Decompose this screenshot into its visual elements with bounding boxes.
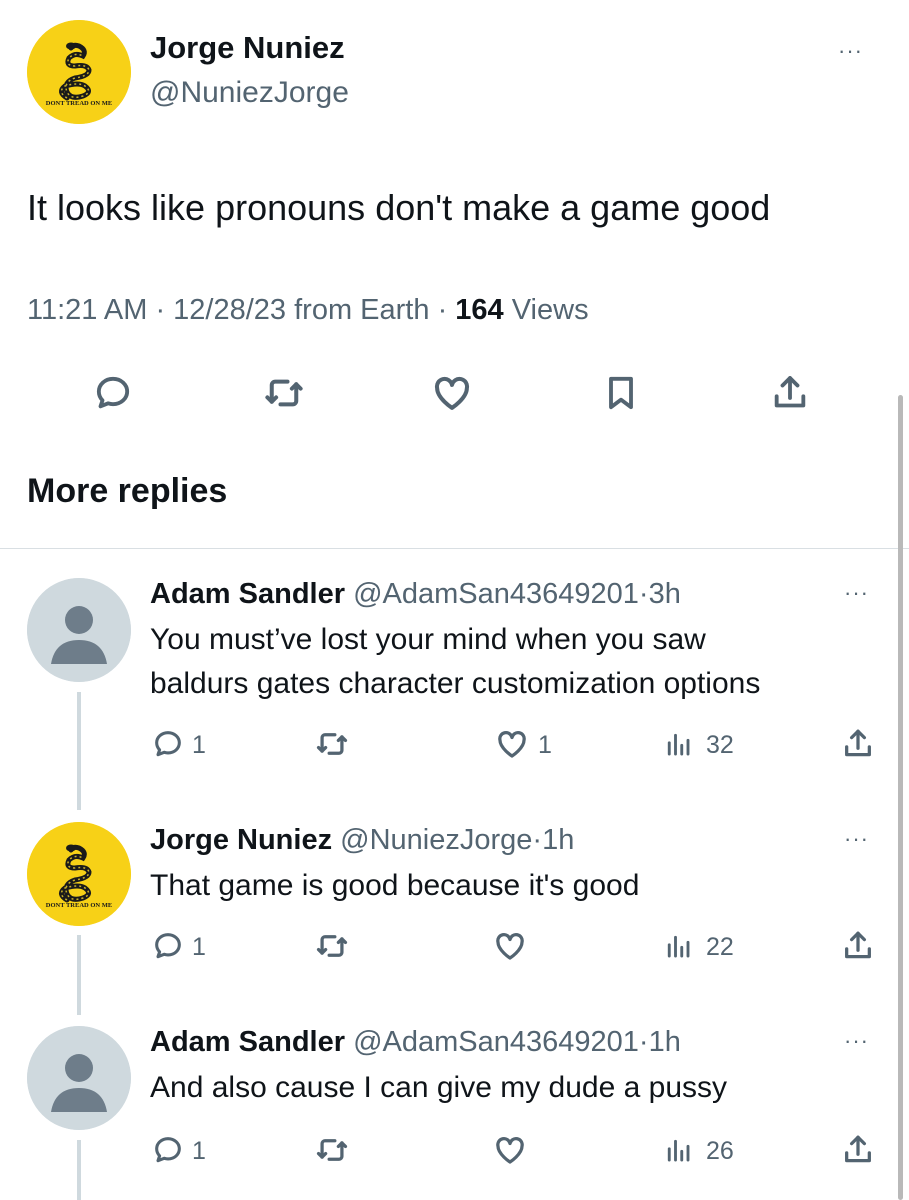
reply-count: 1	[192, 933, 206, 961]
tweet-meta: 11:21 AM · 12/28/23 from Earth · 164 Vie…	[27, 294, 589, 326]
reply-time[interactable]: 1h	[649, 1026, 681, 1058]
views-count: 22	[706, 933, 734, 961]
share-icon[interactable]	[764, 370, 816, 416]
reply-count: 1	[192, 731, 206, 759]
divider	[0, 548, 909, 549]
reply-avatar[interactable]: DONT TREAD ON ME	[27, 822, 131, 926]
separator: ·	[638, 578, 649, 610]
reply-icon[interactable]	[150, 926, 186, 966]
avatar-caption: DONT TREAD ON ME	[45, 902, 113, 909]
reply-text-line-2: baldurs gates character customization op…	[150, 667, 761, 700]
reply-text-line-1: That game is good because it's good	[150, 869, 640, 902]
share-icon[interactable]	[838, 926, 878, 966]
more-options-icon[interactable]: ···	[838, 38, 863, 64]
views-count: 164	[455, 294, 504, 326]
reply-header: Adam Sandler @AdamSan43649201·1h	[150, 1026, 681, 1059]
bookmark-icon[interactable]	[596, 370, 646, 416]
tweet-date[interactable]: 12/28/23 from Earth	[173, 294, 429, 326]
more-options-icon[interactable]: ···	[844, 580, 869, 606]
reply-author-handle[interactable]: @AdamSan43649201	[353, 1026, 639, 1058]
author-avatar[interactable]: DONT TREAD ON ME	[27, 20, 131, 124]
snake-flag-icon	[27, 822, 131, 926]
retweet-icon[interactable]	[312, 724, 352, 764]
reply-avatar[interactable]	[27, 1026, 131, 1130]
like-icon[interactable]	[490, 1130, 530, 1170]
thread-connector	[77, 1140, 81, 1200]
retweet-icon[interactable]	[256, 370, 312, 416]
reply-time[interactable]: 3h	[649, 578, 681, 610]
like-icon[interactable]	[492, 724, 532, 764]
views-count: 26	[706, 1137, 734, 1165]
like-icon[interactable]	[426, 370, 478, 416]
separator: ·	[638, 1026, 649, 1058]
more-replies-heading: More replies	[27, 472, 228, 510]
views-count: 32	[706, 731, 734, 759]
avatar-caption: DONT TREAD ON ME	[45, 100, 113, 107]
retweet-icon[interactable]	[312, 926, 352, 966]
views-chart-icon[interactable]	[660, 928, 696, 964]
reply-text-line-1: And also cause I can give my dude a puss…	[150, 1071, 728, 1104]
tweet-text: It looks like pronouns don't make a game…	[27, 187, 771, 228]
views-label: Views	[511, 294, 589, 326]
default-avatar-icon	[27, 1026, 131, 1130]
views-chart-icon[interactable]	[660, 1132, 696, 1168]
retweet-icon[interactable]	[312, 1130, 352, 1170]
like-count: 1	[538, 731, 552, 759]
separator: ·	[532, 824, 543, 856]
reply-header: Jorge Nuniez @NuniezJorge·1h	[150, 824, 574, 857]
more-options-icon[interactable]: ···	[844, 1028, 869, 1054]
reply-icon[interactable]	[88, 370, 138, 416]
reply-text-line-1: You must’ve lost your mind when you saw	[150, 623, 706, 656]
reply-author-handle[interactable]: @NuniezJorge	[340, 824, 532, 856]
share-icon[interactable]	[838, 1130, 878, 1170]
reply-author-handle[interactable]: @AdamSan43649201	[353, 578, 639, 610]
reply-icon[interactable]	[150, 1130, 186, 1170]
like-icon[interactable]	[490, 926, 530, 966]
tweet-time[interactable]: 11:21 AM	[27, 294, 147, 326]
thread-connector	[77, 692, 81, 810]
share-icon[interactable]	[838, 724, 878, 764]
reply-icon[interactable]	[150, 724, 186, 764]
views-chart-icon[interactable]	[660, 726, 696, 762]
reply-avatar[interactable]	[27, 578, 131, 682]
reply-header: Adam Sandler @AdamSan43649201·3h	[150, 578, 681, 611]
author-name[interactable]: Jorge Nuniez	[150, 30, 345, 66]
reply-author-name[interactable]: Adam Sandler	[150, 1026, 345, 1058]
reply-author-name[interactable]: Jorge Nuniez	[150, 824, 332, 856]
more-options-icon[interactable]: ···	[844, 826, 869, 852]
snake-flag-icon	[27, 20, 131, 124]
default-avatar-icon	[27, 578, 131, 682]
scrollbar[interactable]	[898, 395, 903, 1200]
thread-connector	[77, 935, 81, 1015]
reply-author-name[interactable]: Adam Sandler	[150, 578, 345, 610]
reply-count: 1	[192, 1137, 206, 1165]
reply-time[interactable]: 1h	[542, 824, 574, 856]
author-handle[interactable]: @NuniezJorge	[150, 76, 349, 110]
